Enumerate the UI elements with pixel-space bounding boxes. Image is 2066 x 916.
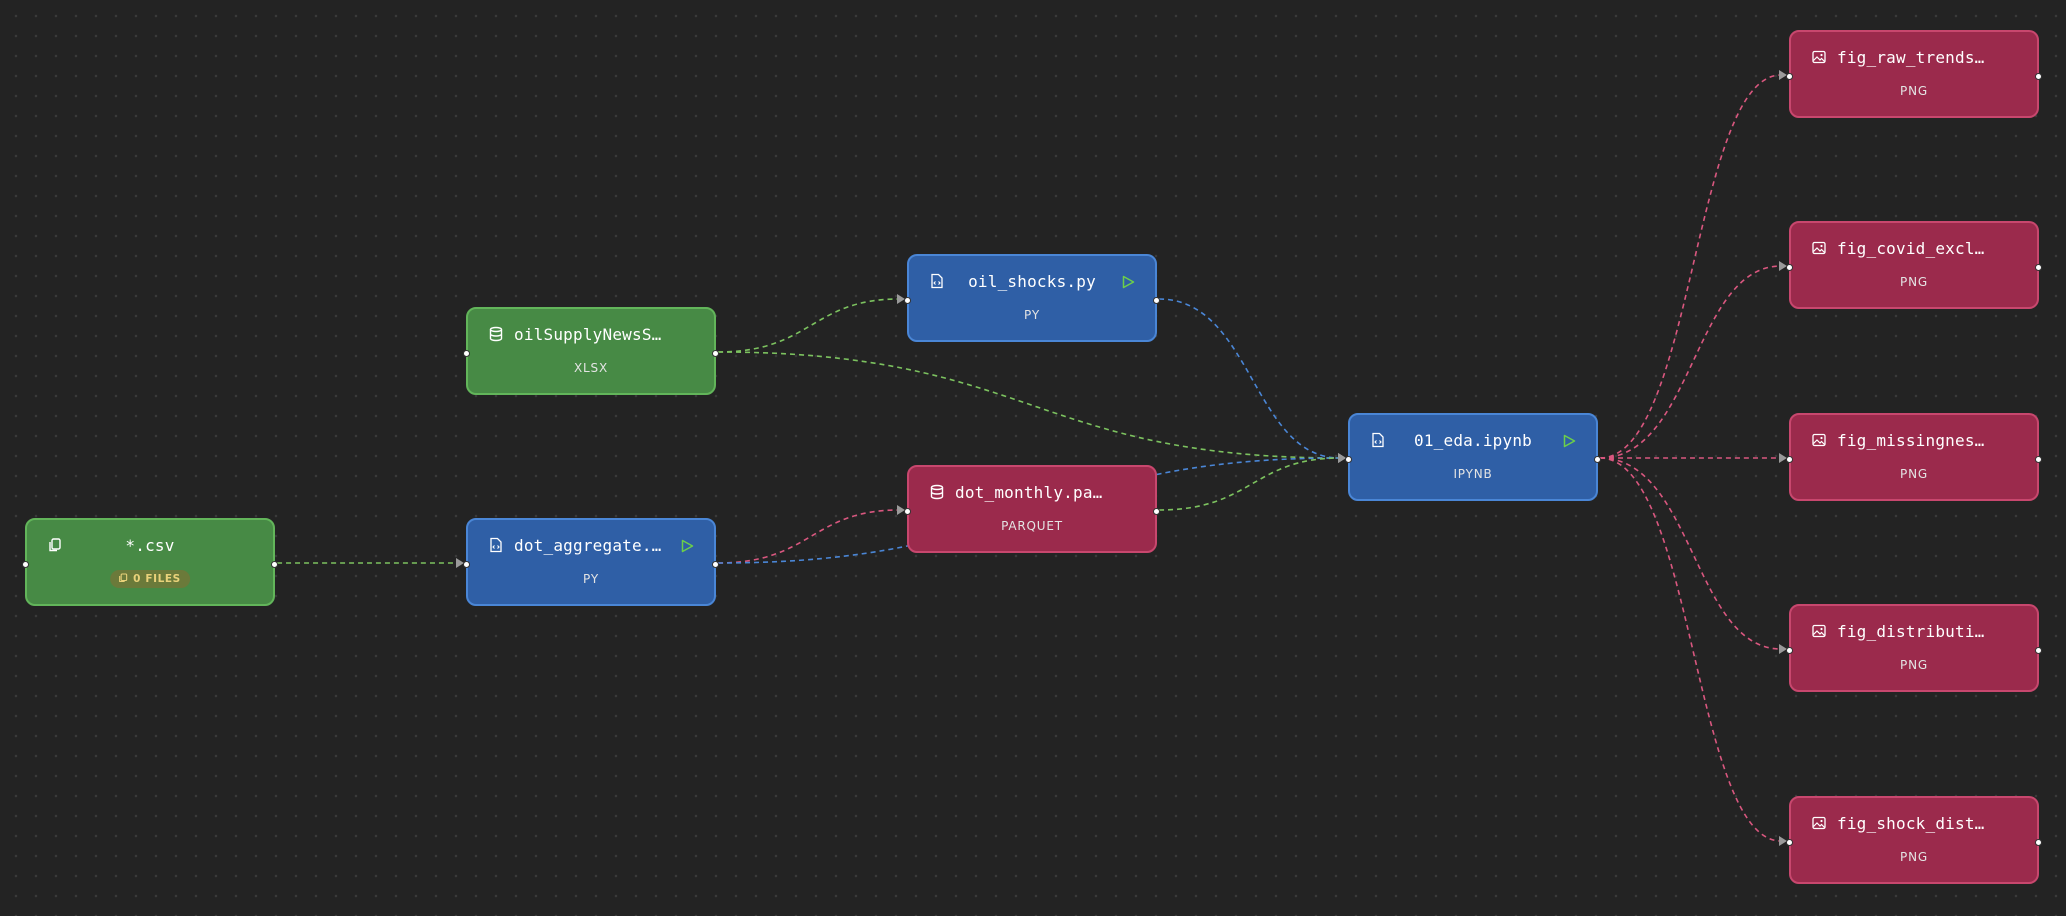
node-title: fig_distributions.png [1837,622,1991,641]
input-port[interactable] [1786,264,1793,271]
code-file-icon [1372,432,1384,448]
edge-layer [276,70,1787,846]
node-fig-raw-trends-png[interactable]: fig_raw_trends.png PNG [1786,30,2042,118]
input-port[interactable] [904,508,911,515]
node-dot-aggregate-py[interactable]: dot_aggregate.py PY [463,518,719,606]
input-port[interactable] [1786,456,1793,463]
node-title: dot_aggregate.py [514,536,668,555]
edge-eda-to-fig_covid[interactable] [1599,265,1782,459]
output-port[interactable] [1153,508,1160,515]
play-icon[interactable] [1121,275,1135,289]
files-icon [49,538,61,552]
input-port[interactable] [22,561,29,568]
edge-eda-to-fig_distributions[interactable] [1599,457,1782,650]
node-oil-shocks-py[interactable]: oil_shocks.py PY [904,254,1160,342]
node-type: PNG [1900,84,1928,98]
node-title: oil_shocks.py [968,272,1096,291]
node-title: fig_shock_dist.png [1837,814,1991,833]
image-icon [1812,433,1826,447]
output-port[interactable] [712,350,719,357]
file-count-badge: 0 FILES [110,570,190,588]
files-icon [119,573,128,583]
node-fig-shock-dist-png[interactable]: fig_shock_dist.png PNG [1786,796,2042,884]
input-port[interactable] [1345,456,1352,463]
output-port[interactable] [2035,647,2042,654]
output-port[interactable] [712,561,719,568]
output-port[interactable] [2035,456,2042,463]
edge-dot_monthly-to-eda[interactable] [1158,457,1341,511]
edge-oil_shocks-to-eda[interactable] [1158,298,1341,459]
image-icon [1812,241,1826,255]
node-type: PY [1024,308,1040,322]
input-port[interactable] [1786,839,1793,846]
node-type: PARQUET [1001,519,1063,533]
output-port[interactable] [2035,264,2042,271]
node-title: fig_raw_trends.png [1837,48,1991,67]
input-port[interactable] [904,297,911,304]
edge-eda-to-fig_shock_dist[interactable] [1599,457,1782,842]
output-port[interactable] [2035,73,2042,80]
node-type: PNG [1900,850,1928,864]
node-type: PNG [1900,467,1928,481]
output-port[interactable] [271,561,278,568]
image-icon [1812,816,1826,830]
play-icon[interactable] [680,539,694,553]
output-port[interactable] [1594,456,1601,463]
node-eda-ipynb[interactable]: 01_eda.ipynb IPYNB [1345,413,1601,501]
node-fig-missingness-png[interactable]: fig_missingness.png PNG [1786,413,2042,501]
database-icon [930,484,944,500]
badge-label: 0 FILES [133,573,181,585]
code-file-icon [931,273,943,289]
node-title: fig_covid_exclusion.png [1837,239,1991,258]
input-port[interactable] [1786,647,1793,654]
edge-oil_supply-to-eda[interactable] [717,351,1341,459]
output-port[interactable] [2035,839,2042,846]
node-csv-files[interactable]: *.csv 0 FILES [22,518,278,606]
node-fig-distributions-png[interactable]: fig_distributions.png PNG [1786,604,2042,692]
image-icon [1812,50,1826,64]
input-port[interactable] [1786,73,1793,80]
edge-oil_supply-to-oil_shocks[interactable] [717,298,900,353]
input-port[interactable] [463,350,470,357]
input-port[interactable] [463,561,470,568]
node-title: oilSupplyNewsShocks_2023M12.xlsx [514,325,668,344]
output-port[interactable] [1153,297,1160,304]
node-oil-supply-xlsx[interactable]: oilSupplyNewsShocks_2023M12.xlsx XLSX [463,307,719,395]
node-type: XLSX [574,361,608,375]
node-dot-monthly-parquet[interactable]: dot_monthly.parquet PARQUET [904,465,1160,553]
node-type: PNG [1900,658,1928,672]
node-type: PY [583,572,599,586]
code-file-icon [490,537,502,553]
edge-dot_aggregate-to-dot_monthly[interactable] [717,509,900,564]
node-title: 01_eda.ipynb [1414,431,1532,450]
node-title: dot_monthly.parquet [955,483,1109,502]
node-title: fig_missingness.png [1837,431,1991,450]
node-title: *.csv [125,536,175,555]
database-icon [489,326,503,342]
node-fig-covid-exclusion-png[interactable]: fig_covid_exclusion.png PNG [1786,221,2042,309]
edge-eda-to-fig_raw_trends[interactable] [1599,74,1782,459]
image-icon [1812,624,1826,638]
node-type: IPYNB [1453,467,1493,481]
node-type: PNG [1900,275,1928,289]
play-icon[interactable] [1562,434,1576,448]
